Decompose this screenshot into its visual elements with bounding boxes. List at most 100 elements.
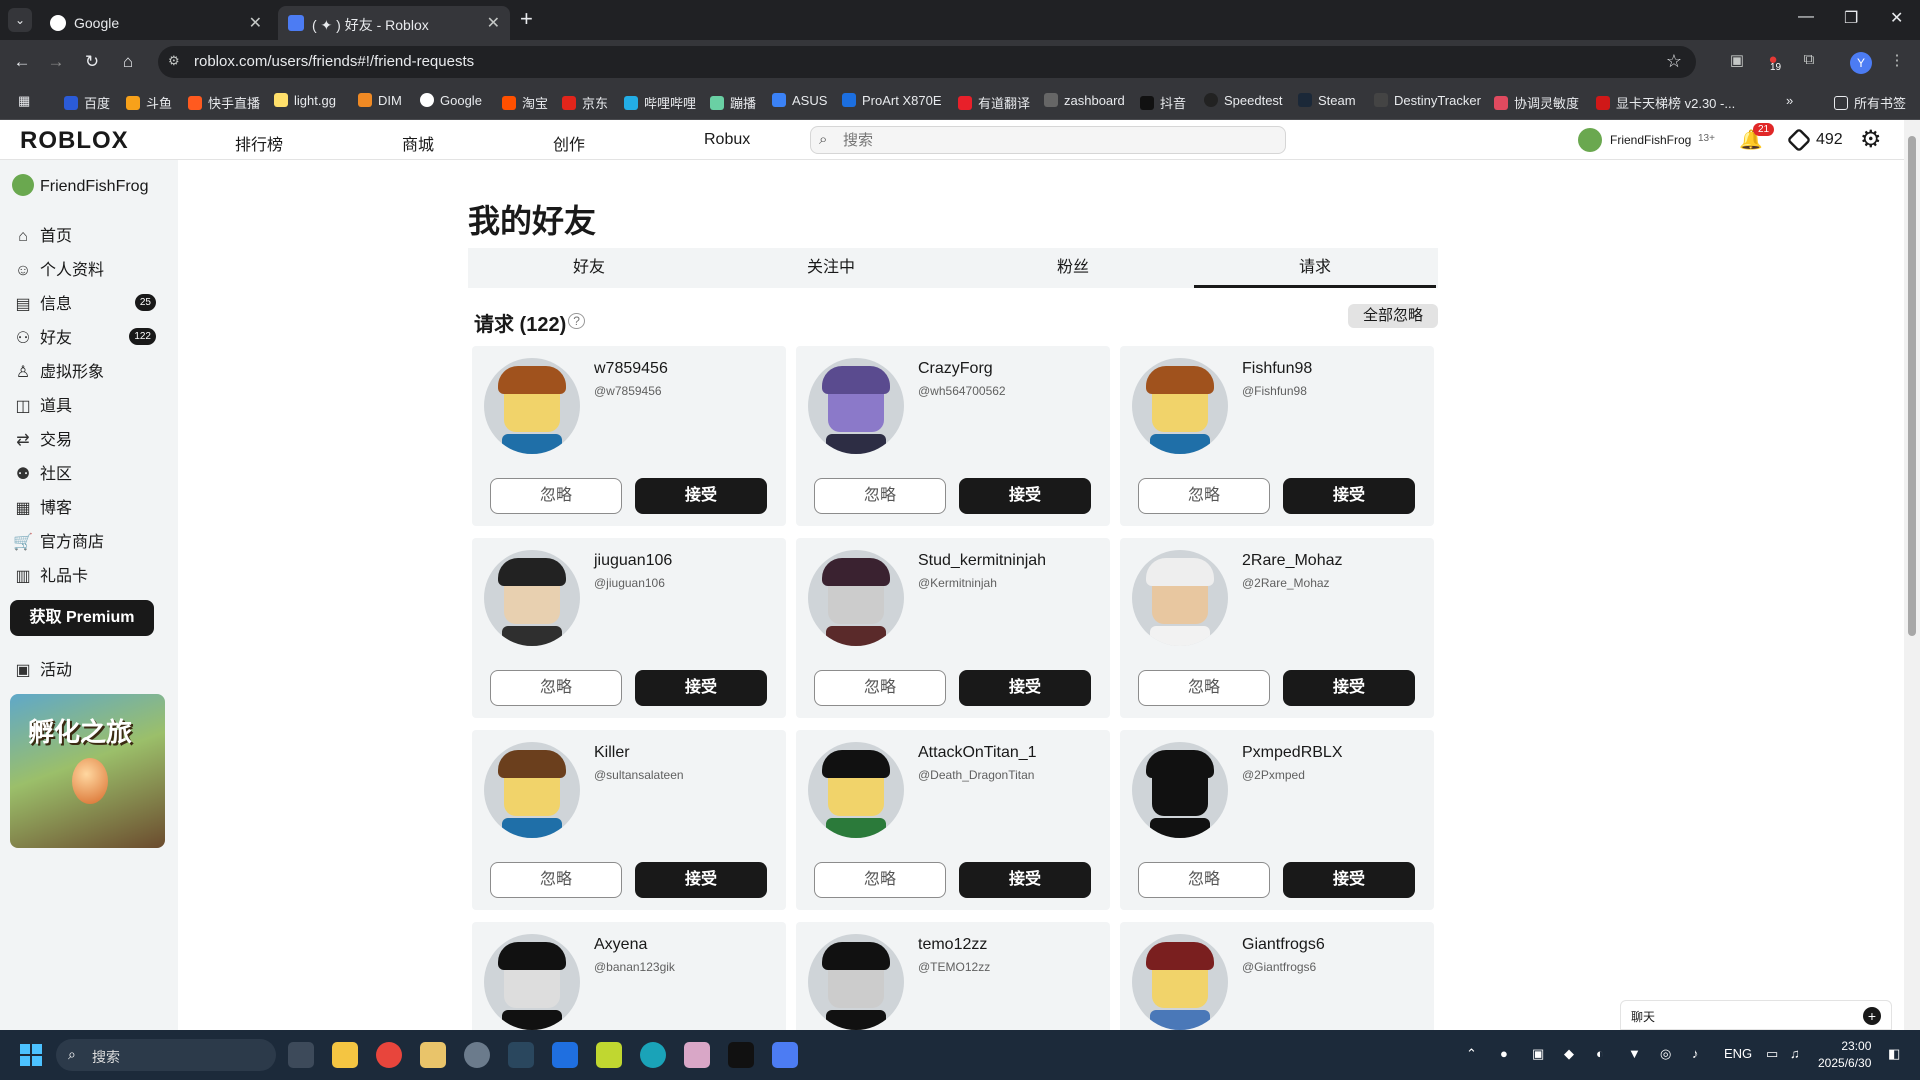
bookmark-item[interactable]: 哔哩哔哩 <box>624 93 696 112</box>
tab-requests[interactable]: 请求 <box>1194 248 1436 288</box>
apps-grid-icon[interactable]: ▦ <box>18 93 30 109</box>
ignore-button[interactable]: 忽略 <box>490 862 622 898</box>
site-info-icon[interactable]: ⚙ <box>168 53 186 71</box>
nav-create[interactable]: 创作 <box>553 131 585 155</box>
scrollbar-thumb[interactable] <box>1908 136 1916 636</box>
capcut-icon[interactable] <box>728 1042 754 1068</box>
close-tab-icon[interactable]: ✕ <box>487 13 500 33</box>
search-input[interactable] <box>843 130 1263 150</box>
avatar[interactable] <box>484 358 580 454</box>
tab-google[interactable]: Google ✕ <box>40 6 272 40</box>
ignore-button[interactable]: 忽略 <box>1138 670 1270 706</box>
bookmark-item[interactable]: 蹦播 <box>710 93 756 112</box>
request-username[interactable]: w7859456 <box>594 360 668 378</box>
request-username[interactable]: Giantfrogs6 <box>1242 936 1325 954</box>
home-browser-icon[interactable]: ⌂ <box>116 50 140 74</box>
bookmark-item[interactable]: DIM <box>358 93 402 108</box>
page-scrollbar[interactable] <box>1904 120 1920 1030</box>
accept-button[interactable]: 接受 <box>1283 670 1415 706</box>
nav-robux[interactable]: Robux <box>704 131 750 149</box>
accept-button[interactable]: 接受 <box>1283 478 1415 514</box>
sidebar-item-inventory[interactable]: ◫ 道具 <box>12 392 164 418</box>
avatar[interactable] <box>808 742 904 838</box>
bookmark-item[interactable]: Speedtest <box>1204 93 1283 108</box>
notification-center-icon[interactable]: ◧ <box>1888 1046 1900 1062</box>
tray-icon[interactable]: ▼ <box>1628 1046 1641 1061</box>
avatar[interactable] <box>484 934 580 1030</box>
ignore-button[interactable]: 忽略 <box>490 478 622 514</box>
sidebar-item-friends[interactable]: ⚇ 好友 122 <box>12 324 164 350</box>
steam-icon[interactable] <box>508 1042 534 1068</box>
settings-gear-icon[interactable]: ⚙ <box>1860 125 1882 154</box>
bookmark-item[interactable]: 斗鱼 <box>126 93 172 112</box>
request-username[interactable]: PxmpedRBLX <box>1242 744 1343 762</box>
bookmark-item[interactable]: 协调灵敏度 <box>1494 93 1579 112</box>
app-icon[interactable] <box>464 1042 490 1068</box>
chat-panel[interactable]: 聊天 + <box>1620 1000 1892 1030</box>
avatar[interactable] <box>808 934 904 1030</box>
request-username[interactable]: Killer <box>594 744 630 762</box>
bookmark-item[interactable]: ASUS <box>772 93 827 108</box>
bookmark-item[interactable]: 抖音 <box>1140 93 1186 112</box>
tray-icon[interactable]: ● <box>1500 1046 1508 1061</box>
ignore-all-button[interactable]: 全部忽略 <box>1348 304 1438 328</box>
all-bookmarks-folder[interactable]: 所有书签 <box>1834 93 1906 112</box>
globe-icon[interactable]: ◎ <box>1660 1046 1671 1062</box>
sidebar-item-blog[interactable]: ▦ 博客 <box>12 494 164 520</box>
new-tab-button[interactable]: + <box>520 6 533 32</box>
notes-app-icon[interactable] <box>420 1042 446 1068</box>
extensions-puzzle-icon[interactable]: ⧉ <box>1798 51 1820 73</box>
avatar[interactable] <box>808 550 904 646</box>
tray-expand-icon[interactable]: ⌃ <box>1466 1046 1477 1062</box>
close-tab-icon[interactable]: ✕ <box>249 13 262 33</box>
tab-following[interactable]: 关注中 <box>710 248 952 288</box>
bookmark-item[interactable]: 京东 <box>562 93 608 112</box>
accept-button[interactable]: 接受 <box>959 670 1091 706</box>
restore-icon[interactable]: ❐ <box>1844 8 1858 28</box>
ignore-button[interactable]: 忽略 <box>814 862 946 898</box>
new-chat-icon[interactable]: + <box>1863 1007 1881 1025</box>
tray-icon[interactable]: ◐ <box>1596 1046 1604 1061</box>
accept-button[interactable]: 接受 <box>635 478 767 514</box>
ignore-button[interactable]: 忽略 <box>814 478 946 514</box>
get-premium-button[interactable]: 获取 Premium <box>10 600 154 636</box>
tab-search-button[interactable]: ⌄ <box>8 8 32 32</box>
bookmark-star-icon[interactable]: ☆ <box>1666 51 1682 72</box>
minimize-icon[interactable]: — <box>1798 8 1814 26</box>
accept-button[interactable]: 接受 <box>959 862 1091 898</box>
bookmark-item[interactable]: 快手直播 <box>188 93 260 112</box>
avatar[interactable] <box>484 742 580 838</box>
bookmark-item[interactable]: 显卡天梯榜 v2.30 -... <box>1596 93 1735 112</box>
sidebar-item-trade[interactable]: ⇄ 交易 <box>12 426 164 452</box>
tab-followers[interactable]: 粉丝 <box>952 248 1194 288</box>
browser-menu-icon[interactable]: ⋮ <box>1886 51 1908 73</box>
chrome-icon[interactable] <box>376 1042 402 1068</box>
request-username[interactable]: CrazyForg <box>918 360 993 378</box>
screenshot-extension-icon[interactable]: ▣ <box>1726 51 1748 73</box>
help-icon[interactable]: ? <box>568 313 585 329</box>
tab-roblox-friends[interactable]: ( ✦ ) 好友 - Roblox ✕ <box>278 6 510 40</box>
sidebar-item-events[interactable]: ▣ 活动 <box>12 656 164 682</box>
language-indicator[interactable]: ENG <box>1724 1046 1752 1061</box>
request-username[interactable]: 2Rare_Mohaz <box>1242 552 1343 570</box>
tray-icon[interactable]: ◆ <box>1564 1046 1574 1062</box>
more-bookmarks-icon[interactable]: » <box>1786 93 1793 108</box>
forward-icon[interactable]: → <box>44 50 68 74</box>
avatar[interactable] <box>484 550 580 646</box>
bookmark-item[interactable]: 有道翻译 <box>958 93 1030 112</box>
bookmark-item[interactable]: zashboard <box>1044 93 1125 108</box>
ignore-button[interactable]: 忽略 <box>814 670 946 706</box>
sidebar-item-community[interactable]: ⚉ 社区 <box>12 460 164 486</box>
sidebar-item-home[interactable]: ⌂ 首页 <box>12 222 164 248</box>
reload-icon[interactable]: ↻ <box>80 50 104 74</box>
system-clock[interactable]: 23:00 2025/6/30 <box>1818 1038 1871 1072</box>
request-username[interactable]: Fishfun98 <box>1242 360 1312 378</box>
avatar[interactable] <box>808 358 904 454</box>
tray-icon[interactable]: ▣ <box>1532 1046 1544 1062</box>
app-icon[interactable] <box>684 1042 710 1068</box>
sidebar-item-giftcards[interactable]: ▥ 礼品卡 <box>12 562 164 588</box>
sidebar-item-profile[interactable]: ☺ 个人资料 <box>12 256 164 282</box>
accept-button[interactable]: 接受 <box>1283 862 1415 898</box>
app-icon[interactable] <box>640 1042 666 1068</box>
nav-charts[interactable]: 排行榜 <box>235 131 283 155</box>
